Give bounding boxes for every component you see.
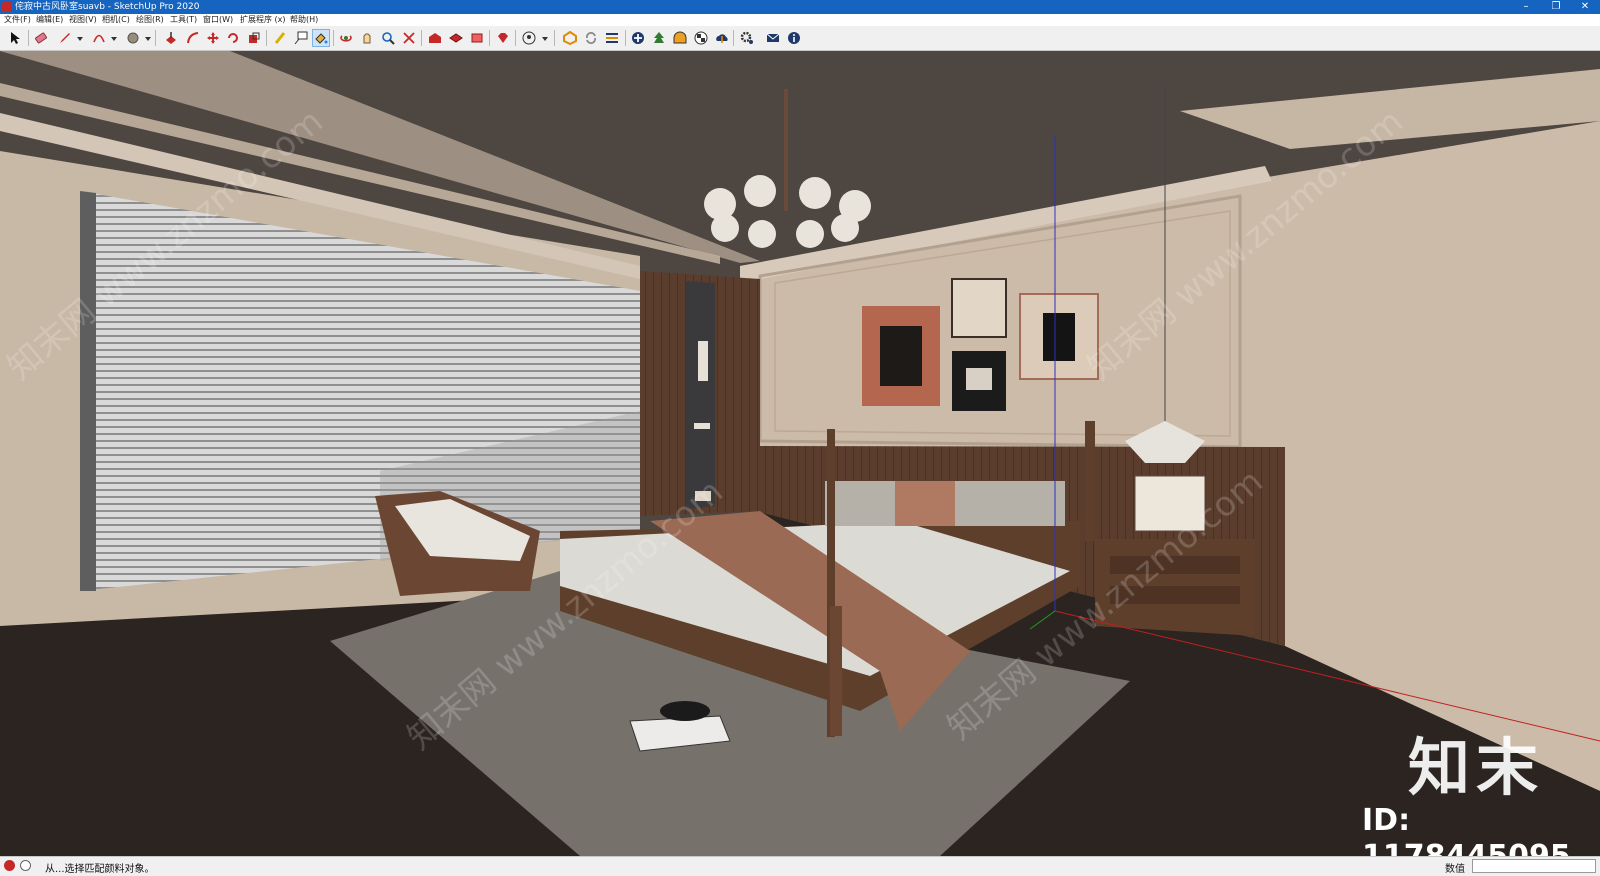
chandelier-globe <box>831 214 859 242</box>
toolbar-separator <box>489 30 490 46</box>
accent-pillow <box>895 481 955 526</box>
pan-icon[interactable] <box>358 29 376 47</box>
restore-button[interactable]: ❐ <box>1542 0 1570 14</box>
sun-icon[interactable] <box>671 29 689 47</box>
toolbar-separator <box>266 30 267 46</box>
arc-dropdown[interactable] <box>111 37 117 41</box>
rotate-icon[interactable] <box>224 29 242 47</box>
brand-logo: 知末 <box>1408 731 1545 804</box>
sync-icon[interactable] <box>582 29 600 47</box>
toolbar-separator <box>155 30 156 46</box>
add-icon[interactable] <box>629 29 647 47</box>
info-icon[interactable] <box>785 29 803 47</box>
toolbar-separator <box>733 30 734 46</box>
shelf-books <box>698 341 708 381</box>
close-button[interactable]: ✕ <box>1571 0 1599 14</box>
menu-view[interactable]: 视图(V) <box>69 14 97 26</box>
move-icon[interactable] <box>204 29 222 47</box>
zoom-icon[interactable] <box>379 29 397 47</box>
followme-icon[interactable] <box>184 29 202 47</box>
toolbar-separator <box>28 30 29 46</box>
extension-warehouse-icon[interactable] <box>447 29 465 47</box>
layout-icon[interactable] <box>468 29 486 47</box>
bird-sculpture <box>660 701 710 721</box>
chandelier-globe <box>744 175 776 207</box>
status-message: 从...选择匹配颜料对象。 <box>45 864 155 875</box>
orbit-icon[interactable] <box>337 29 355 47</box>
menu-camera[interactable]: 相机(C) <box>102 14 130 26</box>
status-bar: 从...选择匹配颜料对象。 数值 <box>0 856 1600 876</box>
sketchup-logo-icon[interactable] <box>561 29 579 47</box>
pushpull-icon[interactable] <box>162 29 180 47</box>
chandelier-globe <box>799 177 831 209</box>
modeling-viewport[interactable]: 知末网 www.znzmo.com 知末网 www.znzmo.com 知末网 … <box>0 51 1600 856</box>
checker-icon[interactable] <box>692 29 710 47</box>
arc-icon[interactable] <box>90 29 108 47</box>
measurements-input[interactable] <box>1472 859 1596 873</box>
user-dropdown[interactable] <box>542 37 548 41</box>
chandelier-globe <box>796 220 824 248</box>
menu-edit[interactable]: 编辑(E) <box>36 14 63 26</box>
zoom-extents-icon[interactable] <box>400 29 418 47</box>
select-icon[interactable] <box>6 29 24 47</box>
toolbar <box>0 26 1600 51</box>
bedroom-scene: 知末网 www.znzmo.com 知末网 www.znzmo.com 知末网 … <box>0 51 1600 856</box>
menu-tools[interactable]: 工具(T) <box>170 14 197 26</box>
toolbar-separator <box>515 30 516 46</box>
geolocation-icon[interactable] <box>4 860 15 871</box>
mail-icon[interactable] <box>764 29 782 47</box>
wall-art-botanical <box>951 278 1007 338</box>
wall-art-cat-inner <box>880 326 922 386</box>
paint-bucket-icon[interactable] <box>312 29 330 47</box>
menu-window[interactable]: 窗口(W) <box>203 14 233 26</box>
settings-icon[interactable] <box>738 29 756 47</box>
measurements-label: 数值 <box>1445 864 1465 875</box>
wall-art-checker-inner <box>966 368 992 390</box>
tape-icon[interactable] <box>271 29 289 47</box>
window-frame <box>80 191 96 591</box>
menu-file[interactable]: 文件(F) <box>4 14 31 26</box>
warehouse-icon[interactable] <box>426 29 444 47</box>
scale-icon[interactable] <box>245 29 263 47</box>
text-icon[interactable] <box>292 29 310 47</box>
layers-icon[interactable] <box>603 29 621 47</box>
bed-post <box>1085 421 1095 541</box>
sketchup-app-icon <box>2 2 12 12</box>
menu-draw[interactable]: 绘图(R) <box>136 14 164 26</box>
toolbar-separator <box>625 30 626 46</box>
toolbar-separator <box>333 30 334 46</box>
chandelier-globe <box>711 214 739 242</box>
pencil-dropdown[interactable] <box>77 37 83 41</box>
credits-icon[interactable] <box>20 860 31 871</box>
window-title: 侘寂中古风卧室suavb - SketchUp Pro 2020 <box>15 2 200 12</box>
toolbar-separator <box>421 30 422 46</box>
user-icon[interactable] <box>520 29 538 47</box>
menu-help[interactable]: 帮助(H) <box>290 14 318 26</box>
wall-art-flower-inner <box>1043 313 1075 361</box>
eraser-icon[interactable] <box>32 29 50 47</box>
menu-extensions[interactable]: 扩展程序 (x) <box>240 14 286 26</box>
bed-footpost <box>830 606 842 736</box>
chandelier-globe <box>748 220 776 248</box>
paint-icon[interactable] <box>124 29 142 47</box>
title-bar: 侘寂中古风卧室suavb - SketchUp Pro 2020 – ❐ ✕ <box>0 0 1600 14</box>
tree-icon[interactable] <box>650 29 668 47</box>
ruby-icon[interactable] <box>494 29 512 47</box>
brand-id: ID: 1178445095 <box>1362 803 1571 856</box>
minimize-button[interactable]: – <box>1512 0 1540 14</box>
shelf-book <box>694 423 710 429</box>
cloud-icon[interactable] <box>713 29 731 47</box>
paint-dropdown[interactable] <box>145 37 151 41</box>
toolbar-separator <box>554 30 555 46</box>
pencil-icon[interactable] <box>56 29 74 47</box>
menu-bar: 文件(F) 编辑(E) 视图(V) 相机(C) 绘图(R) 工具(T) 窗口(W… <box>0 14 1600 26</box>
